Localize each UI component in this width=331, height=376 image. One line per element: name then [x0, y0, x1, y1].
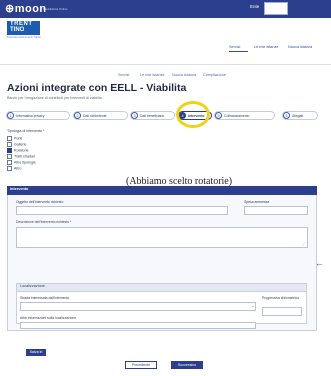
save-draft-button[interactable]: Salva in bozza	[26, 349, 46, 361]
location-section-header	[16, 283, 307, 292]
next-button[interactable]: Successivo	[171, 361, 203, 369]
header-divider	[0, 64, 331, 65]
step-label: Dati richiedente	[83, 114, 107, 118]
step-number: 5	[215, 112, 222, 119]
subject-label: Oggetto dell'intervento richiesto	[16, 200, 64, 204]
checkbox-altre-tipologie[interactable]: Altre tipologie	[7, 160, 36, 165]
panel-header	[7, 186, 317, 195]
chevron-down-icon: ⌄	[251, 303, 255, 308]
subject-input[interactable]	[16, 206, 228, 215]
nav-link-nuova-istanza[interactable]: Nuova istanza	[288, 45, 312, 49]
user-menu-label[interactable]: Ente	[250, 4, 259, 9]
nav-link-le-mie-istanze[interactable]: Le mie istanze	[254, 45, 278, 49]
notes-input[interactable]	[20, 322, 256, 329]
checkbox-icon[interactable]	[7, 154, 12, 159]
location-section-title: Localizzazione	[20, 284, 45, 288]
checkbox-label: Altre tipologie	[14, 160, 36, 165]
description-label: Descrizione dell'intervento richiesto *	[16, 220, 72, 224]
panel-title: Intervento	[10, 187, 29, 191]
brand-subtitle: Provincia autonoma di Trento	[7, 36, 41, 39]
checkbox-label: Altro	[14, 166, 22, 171]
progressive-input[interactable]	[262, 307, 302, 316]
checkbox-icon[interactable]	[7, 136, 12, 141]
brand-logo-line2: TINO	[10, 27, 25, 33]
site-header	[0, 18, 331, 64]
checkbox-icon[interactable]	[7, 166, 12, 171]
user-menu[interactable]	[264, 2, 288, 15]
checkbox-rotatorie[interactable]: Rotatorie	[7, 148, 29, 153]
progressive-label: Progressiva chilometrica	[262, 296, 299, 300]
app-logo-subtitle: Modulistica Online	[43, 7, 68, 11]
page-description: Bando per l'erogazione di contributi per…	[7, 96, 102, 100]
step-label: Cofinanziamento	[224, 114, 250, 118]
step-number: 2	[74, 112, 81, 119]
step-number: 3	[131, 112, 138, 119]
highlight-circle-annotation	[176, 101, 210, 128]
road-select[interactable]	[20, 302, 256, 311]
page-title: Azioni integrate con EELL - Viabilita	[7, 82, 187, 94]
description-textarea[interactable]	[16, 227, 308, 248]
previous-button[interactable]: Precedente	[125, 361, 157, 369]
checkbox-gallerie[interactable]: Gallerie	[7, 142, 26, 147]
step-number: 6	[283, 112, 290, 119]
checkbox-label: Gallerie	[14, 142, 27, 147]
category-group-title: Tipologia di intervento *	[7, 129, 45, 133]
checkbox-label: Ponti	[14, 136, 23, 141]
breadcrumb-item-nuova-istanza[interactable]: Nuova istanza	[172, 73, 196, 77]
breadcrumb-item-le-mie-istanze[interactable]: Le mie istanze	[140, 73, 164, 77]
app-logo[interactable]: ⊕moon	[5, 2, 47, 15]
checkbox-ponti[interactable]: Ponti	[7, 136, 22, 141]
resize-handle-icon[interactable]: ⟋	[302, 242, 305, 247]
checkbox-altro[interactable]: Altro	[7, 166, 21, 171]
arrow-left-annotation-icon: ←	[315, 258, 324, 268]
step-number: 1	[7, 112, 14, 119]
step-label: Allegati	[292, 114, 304, 118]
checkbox-tratti-stradali[interactable]: Tratti stradali	[7, 154, 35, 159]
checkbox-label: Rotatorie	[14, 148, 29, 153]
breadcrumb-item-compilazione: Compilazione	[203, 73, 227, 77]
road-label: Strada interessata dall'intervento	[20, 296, 70, 300]
step-label: Dati beneficiario	[140, 114, 165, 118]
cost-input[interactable]	[244, 206, 308, 215]
cost-label: Spesa ammessa	[244, 200, 270, 204]
step-label: Informativa privacy	[16, 114, 45, 118]
notes-label: Altre informazioni sulla localizzazione	[20, 316, 77, 320]
checkbox-icon[interactable]	[7, 142, 12, 147]
nav-link-servizi[interactable]: Servizi	[229, 45, 240, 49]
breadcrumb-item-servizi[interactable]: Servizi	[118, 73, 129, 77]
checkbox-checked-icon[interactable]	[7, 148, 12, 153]
nav-active-underline	[229, 51, 248, 52]
checkbox-icon[interactable]	[7, 160, 12, 165]
checkbox-label: Tratti stradali	[14, 154, 35, 159]
